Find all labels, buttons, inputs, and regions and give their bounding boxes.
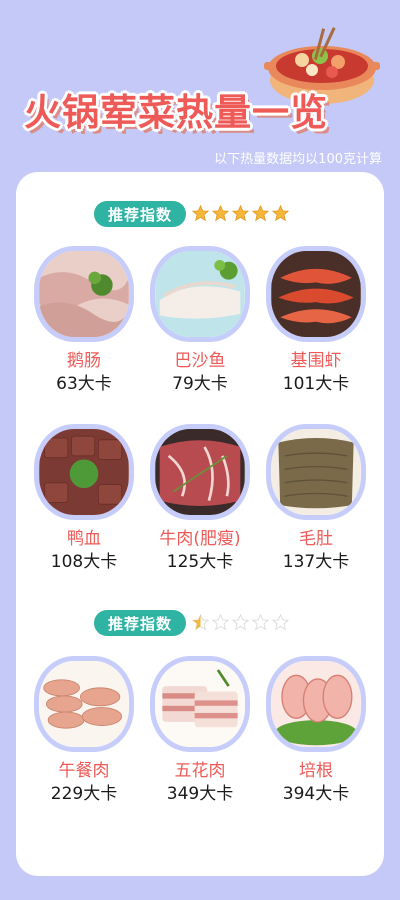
food-name: 毛肚 xyxy=(299,529,333,549)
food-calories: 63大卡 xyxy=(56,374,112,394)
rating-row-high: 推荐指数 xyxy=(0,201,400,227)
bacon-photo xyxy=(266,656,366,752)
food-calories: 229大卡 xyxy=(50,784,118,804)
food-name: 基围虾 xyxy=(290,351,342,371)
infographic-page: 火锅荤菜热量一览 以下热量数据均以100克计算 推荐指数 鹅肠 63大卡 巴沙鱼… xyxy=(0,0,400,900)
goose-intestine-photo xyxy=(34,246,134,342)
food-item: 巴沙鱼 79大卡 xyxy=(150,246,250,395)
food-calories: 349大卡 xyxy=(166,784,234,804)
food-calories: 137大卡 xyxy=(282,552,350,572)
food-calories: 394大卡 xyxy=(282,784,350,804)
food-item: 鸭血 108大卡 xyxy=(34,424,134,573)
basa-fish-photo xyxy=(150,246,250,342)
goose-intestine-image xyxy=(39,251,129,337)
pork-belly-image xyxy=(155,661,245,747)
star-empty-icon xyxy=(212,614,229,631)
beef-image xyxy=(155,429,245,515)
recommend-badge: 推荐指数 xyxy=(94,610,186,636)
tripe-photo xyxy=(266,424,366,520)
tripe-image xyxy=(271,429,361,515)
luncheon-meat-image xyxy=(39,661,129,747)
page-title: 火锅荤菜热量一览 xyxy=(24,91,328,134)
star-filled-icon xyxy=(212,205,229,222)
star-filled-icon xyxy=(192,205,209,222)
basa-fish-image xyxy=(155,251,245,337)
food-calories: 79大卡 xyxy=(172,374,228,394)
shrimp-photo xyxy=(266,246,366,342)
star-rating xyxy=(192,614,289,632)
food-calories: 108大卡 xyxy=(50,552,118,572)
luncheon-meat-photo xyxy=(34,656,134,752)
food-item: 毛肚 137大卡 xyxy=(266,424,366,573)
food-item: 午餐肉 229大卡 xyxy=(34,656,134,805)
food-name: 鸭血 xyxy=(67,529,101,549)
star-empty-icon xyxy=(252,614,269,631)
food-name: 培根 xyxy=(299,761,333,781)
food-name: 五花肉 xyxy=(174,761,226,781)
food-name: 鹅肠 xyxy=(67,351,101,371)
shrimp-image xyxy=(271,251,361,337)
food-calories: 101大卡 xyxy=(282,374,350,394)
page-subtitle: 以下热量数据均以100克计算 xyxy=(214,152,382,167)
star-empty-icon xyxy=(272,614,289,631)
duck-blood-image xyxy=(39,429,129,515)
star-filled-icon xyxy=(252,205,269,222)
star-filled-icon xyxy=(272,205,289,222)
duck-blood-photo xyxy=(34,424,134,520)
star-empty-icon xyxy=(232,614,249,631)
food-item: 鹅肠 63大卡 xyxy=(34,246,134,395)
food-item: 五花肉 349大卡 xyxy=(150,656,250,805)
food-name: 牛肉(肥瘦) xyxy=(159,529,241,549)
recommend-badge: 推荐指数 xyxy=(94,201,186,227)
food-calories: 125大卡 xyxy=(166,552,234,572)
food-item: 基围虾 101大卡 xyxy=(266,246,366,395)
food-name: 巴沙鱼 xyxy=(174,351,226,371)
beef-photo xyxy=(150,424,250,520)
star-filled-icon xyxy=(232,205,249,222)
food-item: 牛肉(肥瘦) 125大卡 xyxy=(150,424,250,573)
pork-belly-photo xyxy=(150,656,250,752)
food-name: 午餐肉 xyxy=(58,761,110,781)
food-item: 培根 394大卡 xyxy=(266,656,366,805)
star-rating xyxy=(192,205,289,223)
bacon-image xyxy=(271,661,361,747)
star-half-icon xyxy=(192,614,209,631)
rating-row-low: 推荐指数 xyxy=(0,610,400,636)
